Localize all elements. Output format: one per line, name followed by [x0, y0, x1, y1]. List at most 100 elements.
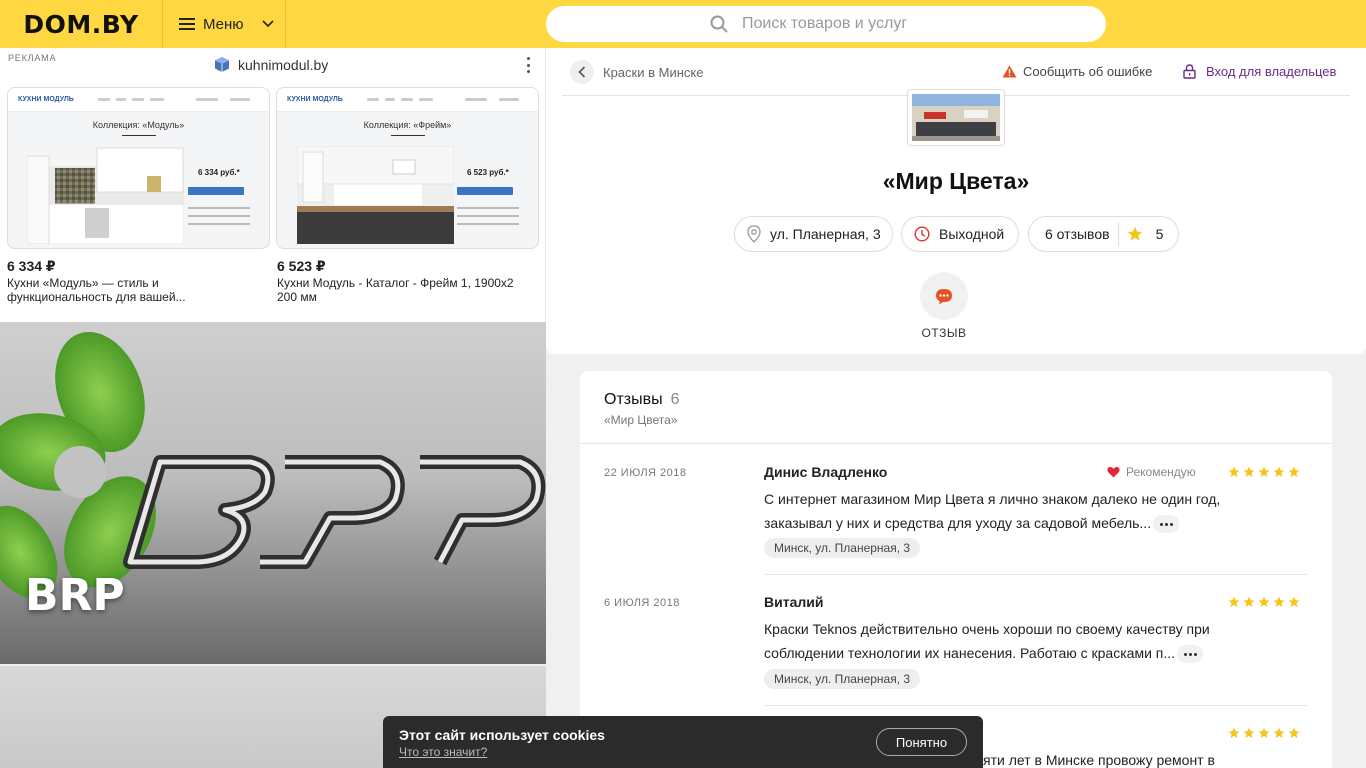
review-text: яти лет в Минске провожу ремонт в	[983, 748, 1303, 768]
star-icon	[1288, 596, 1300, 607]
owner-login-link[interactable]: Вход для владельцев	[1183, 64, 1336, 79]
reviews-subtitle: «Мир Цвета»	[604, 413, 678, 427]
star-icon	[1228, 466, 1240, 477]
expand-review-button[interactable]	[1153, 515, 1180, 534]
ad-price-1[interactable]: 6 334 ₽	[7, 258, 56, 275]
ad-card-inner-price: 6 523 руб.*	[467, 168, 509, 177]
review-author: Виталий	[764, 594, 824, 610]
rating-value: 5	[1155, 226, 1164, 242]
search-icon	[710, 15, 728, 33]
company-name: «Мир Цвета»	[882, 168, 1030, 194]
star-icon	[1288, 727, 1300, 738]
star-icon	[1127, 226, 1142, 241]
schedule-status: Выходной	[939, 226, 1005, 242]
star-icon	[1288, 466, 1300, 477]
review-text-line: Краски Teknos действительно очень хороши…	[764, 621, 1210, 637]
cookie-banner: Этот сайт использует cookies Что это зна…	[383, 716, 983, 768]
reviews-title: Отзывы	[604, 391, 663, 408]
clock-icon	[914, 226, 930, 242]
star-icon	[1273, 727, 1285, 738]
menu-label: Меню	[203, 15, 244, 33]
ad-label: РЕКЛАМА	[8, 53, 57, 63]
review-text-line: С интернет магазином Мир Цвета я лично з…	[764, 491, 1221, 507]
reviews-count-label: 6 отзывов	[1045, 226, 1110, 242]
review-date: 22 ИЮЛЯ 2018	[604, 467, 687, 479]
write-review-label[interactable]: ОТЗЫВ	[910, 326, 978, 340]
review-stars	[1228, 596, 1300, 608]
ad-card-1[interactable]: КУХНИ МОДУЛЬ Коллекция: «Модуль» 6 334 р…	[7, 87, 270, 249]
location-pin-icon	[747, 225, 761, 243]
review-recommend: Рекомендую	[1107, 465, 1196, 479]
hamburger-icon	[179, 18, 195, 30]
review-stars	[1228, 466, 1300, 478]
breadcrumb[interactable]: Краски в Минске	[570, 60, 703, 84]
expand-review-button[interactable]	[1177, 645, 1204, 664]
ad-card-collection: Коллекция: «Фрейм»	[363, 120, 452, 130]
report-error-label: Сообщить об ошибке	[1023, 64, 1153, 79]
menu-button[interactable]: Меню	[163, 0, 286, 48]
breadcrumb-link[interactable]: Краски в Минске	[603, 65, 703, 80]
ad-card-inner-price: 6 334 руб.*	[198, 168, 240, 177]
ad-block: РЕКЛАМА kuhnimodul.by КУХНИ МОДУЛЬ Колле…	[0, 48, 546, 322]
warning-icon	[1002, 65, 1017, 78]
site-logo[interactable]: DOM.BY	[0, 0, 163, 48]
ad-card-brand: КУХНИ МОДУЛЬ	[287, 96, 343, 103]
ad-description-1[interactable]: Кухни «Модуль» — стиль и функциональност…	[7, 276, 262, 304]
review-text: Краски Teknos действительно очень хороши…	[764, 617, 1284, 665]
review-author: Динис Владленко	[764, 464, 888, 480]
storefront-image	[912, 94, 1000, 141]
ad-price-2[interactable]: 6 523 ₽	[277, 258, 326, 275]
owner-login-label: Вход для владельцев	[1206, 64, 1337, 79]
star-icon	[1258, 727, 1270, 738]
ad-card-2[interactable]: КУХНИ МОДУЛЬ Коллекция: «Фрейм» 6 523 ру…	[276, 87, 539, 249]
review-text-line: яти лет в Минске провожу ремонт в	[983, 752, 1215, 768]
company-photo[interactable]	[907, 89, 1005, 146]
review-recommend-label: Рекомендую	[1126, 465, 1196, 479]
ad-domain-link[interactable]: kuhnimodul.by	[214, 56, 328, 73]
review-stars	[1228, 727, 1300, 739]
cube-icon	[215, 57, 229, 72]
reviews-heading: Отзывы 6	[604, 391, 680, 409]
chat-bubble-icon	[936, 288, 952, 304]
star-icon	[1228, 596, 1240, 607]
ad-card-collection: Коллекция: «Модуль»	[92, 120, 185, 130]
kitchen-photo	[297, 146, 454, 244]
review-date: 6 ИЮЛЯ 2018	[604, 597, 680, 609]
search-box[interactable]	[546, 6, 1106, 42]
reviews-rating-chip[interactable]: 6 отзывов 5	[1028, 216, 1179, 252]
search-input[interactable]	[742, 15, 942, 33]
more-dot-icon	[526, 57, 530, 60]
star-icon	[1273, 596, 1285, 607]
schedule-chip[interactable]: Выходной	[901, 216, 1019, 252]
promo-banner[interactable]: BRP	[0, 322, 546, 664]
star-icon	[1243, 727, 1255, 738]
ad-card-brand: КУХНИ МОДУЛЬ	[18, 96, 74, 103]
cookie-accept-button[interactable]: Понятно	[876, 728, 967, 756]
ad-card-topbar: КУХНИ МОДУЛЬ	[277, 88, 538, 112]
ad-card-cta	[457, 187, 513, 195]
more-dot-icon	[526, 63, 530, 67]
cookie-text: Этот сайт использует cookies	[399, 727, 605, 743]
ad-card-cta	[188, 187, 244, 195]
more-dot-icon	[526, 70, 530, 73]
heart-icon	[1107, 466, 1120, 478]
write-review-button[interactable]	[920, 272, 968, 320]
review-text-line: соблюдении технологии их нанесения. Рабо…	[764, 645, 1176, 661]
address-text: ул. Планерная, 3	[770, 226, 881, 242]
ad-description-2[interactable]: Кухни Модуль - Каталог - Фрейм 1, 1900x2…	[277, 276, 532, 304]
review-text: С интернет магазином Мир Цвета я лично з…	[764, 487, 1284, 535]
reviews-section: Отзывы 6 «Мир Цвета» 22 ИЮЛЯ 2018 Динис …	[580, 371, 1332, 768]
cookie-info-link[interactable]: Что это значит?	[399, 745, 487, 759]
company-info-card: Краски в Минске Сообщить об ошибке Вход …	[546, 48, 1366, 354]
review-location-tag: Минск, ул. Планерная, 3	[764, 538, 921, 558]
report-error-link[interactable]: Сообщить об ошибке	[1002, 64, 1152, 79]
ad-domain-text: kuhnimodul.by	[238, 56, 329, 73]
star-icon	[1228, 727, 1240, 738]
address-chip[interactable]: ул. Планерная, 3	[734, 216, 893, 252]
ad-more-button[interactable]	[520, 56, 536, 74]
back-button[interactable]	[570, 60, 594, 84]
lock-icon	[1183, 64, 1196, 79]
chevron-left-icon	[578, 66, 586, 78]
star-icon	[1243, 466, 1255, 477]
chevron-down-icon	[261, 20, 274, 28]
